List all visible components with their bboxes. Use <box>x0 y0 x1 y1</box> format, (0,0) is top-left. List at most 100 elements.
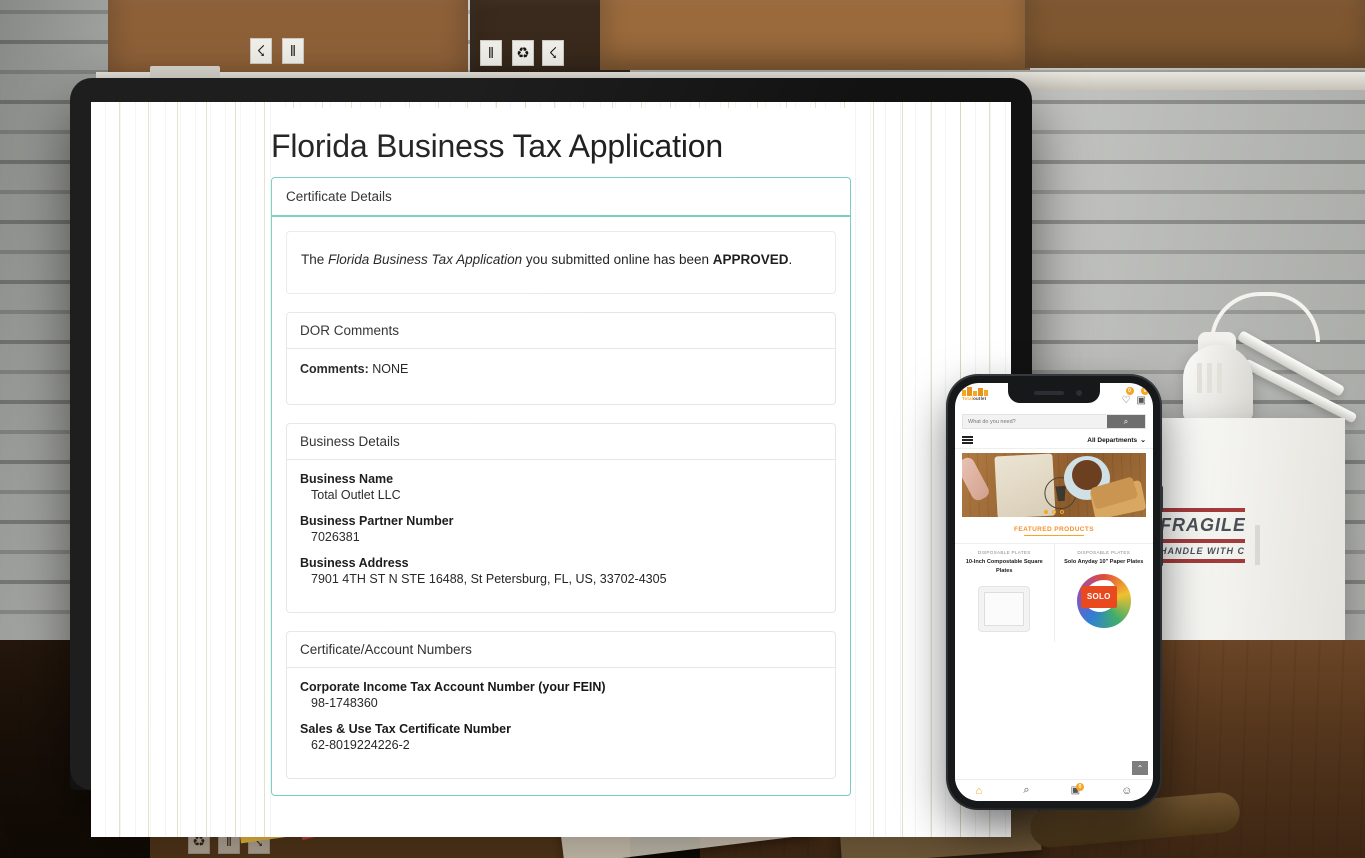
scroll-to-top-button[interactable]: ⌃ <box>1132 761 1148 775</box>
dor-comments-card: DOR Comments Comments: NONE <box>286 311 836 405</box>
cardboard-box-top-right <box>1025 0 1365 68</box>
field-business-address: Business Address 7901 4TH ST N STE 16488… <box>300 556 822 586</box>
carousel-dot-2[interactable] <box>1052 510 1056 514</box>
approval-notice: The Florida Business Tax Application you… <box>286 231 836 294</box>
notice-middle: you submitted online has been <box>522 252 713 267</box>
fragile-label: FRAGILE HANDLE WITH CARE <box>1160 505 1245 569</box>
search-icon: ⌕ <box>1123 416 1129 426</box>
round-plate-icon: SOLO <box>1076 573 1131 628</box>
cart-glyph: ▣ <box>1136 395 1146 406</box>
all-departments-label: All Departments <box>1087 436 1138 444</box>
bottom-nav-cart[interactable]: ▣ 0 <box>1071 783 1085 796</box>
fragile-text-primary: FRAGILE <box>1160 515 1245 535</box>
sales-use-tax-value: 62-8019224226-2 <box>311 737 410 752</box>
monitor-screen: Florida Business Tax Application Certifi… <box>91 102 1011 837</box>
scroll-up-icon: ⌃ <box>1136 763 1144 773</box>
account-icon: ☺ <box>1121 784 1133 797</box>
cart-icon[interactable]: ▣ 0 <box>1136 387 1149 408</box>
featured-title-underline <box>1024 535 1084 537</box>
product-card[interactable]: DISPOSABLE PLATES Solo Anyday 10" Paper … <box>1055 544 1154 642</box>
carousel-dot-3[interactable] <box>1060 510 1064 514</box>
certificate-numbers-header: Certificate/Account Numbers <box>287 632 835 668</box>
hero-carousel[interactable] <box>962 453 1146 517</box>
product-name: Solo Anyday 10" Paper Plates <box>1064 559 1144 566</box>
status-badge: APPROVED <box>712 252 789 267</box>
certificate-details-header: Certificate Details <box>272 178 850 217</box>
field-business-name: Business Name Total Outlet LLC <box>300 472 822 502</box>
scene-root: ☇ ‖ ‖ ♻ ☇ FRAGILE HANDLE WITH CARE ♻ ‖ ☇ <box>0 0 1365 858</box>
product-name: 10-Inch Compostable Square Plates <box>965 559 1043 574</box>
dor-comments-body: Comments: NONE <box>287 349 835 404</box>
search-bar: ⌕ <box>962 414 1146 429</box>
page-title: Florida Business Tax Application <box>271 128 723 164</box>
square-plate-icon <box>978 585 1031 632</box>
certificate-numbers-body: Corporate Income Tax Account Number (you… <box>287 668 835 778</box>
stamp-this-way-up-icon: ‖ <box>282 38 304 64</box>
all-departments-dropdown[interactable]: All Departments ⌄ <box>1087 436 1146 445</box>
stamp-this-way-up-2-icon: ‖ <box>480 40 502 66</box>
hamburger-menu-icon[interactable] <box>962 436 973 444</box>
notice-emphasis: Florida Business Tax Application <box>328 252 523 267</box>
desktop-monitor: Florida Business Tax Application Certifi… <box>70 78 1032 837</box>
stamp-fragile-glass-2-icon: ☇ <box>542 40 564 66</box>
fragile-rule-top <box>1160 508 1245 512</box>
sales-use-tax-label: Sales & Use Tax Certificate Number <box>300 721 511 736</box>
business-name-value: Total Outlet LLC <box>311 487 401 502</box>
notice-suffix: . <box>788 252 793 267</box>
solo-brand-label: SOLO <box>1080 585 1117 608</box>
cart-nav-badge: 0 <box>1076 783 1085 791</box>
lamp-vent-3 <box>1217 363 1222 393</box>
store-nav: All Departments ⌄ <box>955 433 1153 449</box>
comments-value: NONE <box>372 361 409 376</box>
product-category: DISPOSABLE PLATES <box>977 550 1031 556</box>
chevron-down-icon: ⌄ <box>1140 437 1146 444</box>
featured-products-title: FEATURED PRODUCTS <box>1014 526 1094 533</box>
certificate-numbers-card: Certificate/Account Numbers Corporate In… <box>286 630 836 779</box>
phone-power-button[interactable] <box>1160 486 1163 512</box>
wishlist-icon[interactable]: ♡ 0 <box>1122 387 1134 408</box>
business-details-header: Business Details <box>287 424 835 460</box>
certificate-details-body: The Florida Business Tax Application you… <box>272 217 850 795</box>
logo-text-primary: Total <box>962 396 974 401</box>
certificate-details-panel: Certificate Details The Florida Business… <box>271 177 851 796</box>
phone-volume-button[interactable] <box>1160 526 1163 566</box>
carousel-dots[interactable] <box>1044 510 1064 514</box>
lamp-vent-2 <box>1207 363 1212 393</box>
logo-wordmark: Totaloutlet <box>962 396 986 401</box>
bottom-nav-account[interactable]: ☺ <box>1121 785 1132 797</box>
desk-lamp-head <box>1183 345 1253 421</box>
phone-camera <box>1076 390 1082 396</box>
carousel-dot-1[interactable] <box>1044 510 1048 514</box>
phone-screen: Totaloutlet ♡ 0 ▣ 0 What do you need? ⌕ … <box>955 383 1153 801</box>
corporate-income-tax-value: 98-1748360 <box>311 695 378 710</box>
bottom-navigation-bar: ⌂ ⌕ ▣ 0 ☺ <box>955 779 1153 801</box>
smartphone-mockup: Totaloutlet ♡ 0 ▣ 0 What do you need? ⌕ … <box>948 376 1163 808</box>
search-input[interactable] <box>963 415 1107 428</box>
wishlist-badge: 0 <box>1125 387 1134 395</box>
product-card[interactable]: DISPOSABLE PLATES 10-Inch Compostable Sq… <box>955 544 1055 642</box>
search-nav-icon: ⌕ <box>1023 784 1030 796</box>
business-details-card: Business Details Business Name Total Out… <box>286 422 836 613</box>
dor-comments-header: DOR Comments <box>287 313 835 349</box>
fragile-text-secondary: HANDLE WITH CARE <box>1160 546 1245 556</box>
business-partner-number-value: 7026381 <box>311 529 360 544</box>
bottom-nav-home[interactable]: ⌂ <box>976 785 983 797</box>
product-image: SOLO <box>1059 572 1150 630</box>
featured-products-grid: DISPOSABLE PLATES 10-Inch Compostable Sq… <box>955 543 1153 642</box>
business-name-label: Business Name <box>300 471 394 486</box>
stamp-recycle-icon: ♻ <box>512 40 534 66</box>
cardboard-box-top-center <box>600 0 1030 70</box>
fragile-box-tape <box>1255 525 1260 565</box>
store-logo[interactable]: Totaloutlet <box>962 387 988 401</box>
field-sales-use-tax: Sales & Use Tax Certificate Number 62-80… <box>300 722 822 752</box>
field-corporate-income-tax: Corporate Income Tax Account Number (you… <box>300 680 822 710</box>
business-address-value: 7901 4TH ST N STE 16488, St Petersburg, … <box>311 571 667 586</box>
lamp-vent-1 <box>1197 363 1202 393</box>
fragile-rule-mid <box>1160 539 1245 543</box>
phone-notch <box>1008 383 1100 403</box>
fragile-rule-bottom <box>1160 559 1245 563</box>
logo-boxes-icon <box>962 387 988 396</box>
bottom-nav-search[interactable]: ⌕ <box>1023 784 1029 797</box>
business-partner-number-label: Business Partner Number <box>300 513 454 528</box>
search-button[interactable]: ⌕ <box>1107 415 1145 428</box>
